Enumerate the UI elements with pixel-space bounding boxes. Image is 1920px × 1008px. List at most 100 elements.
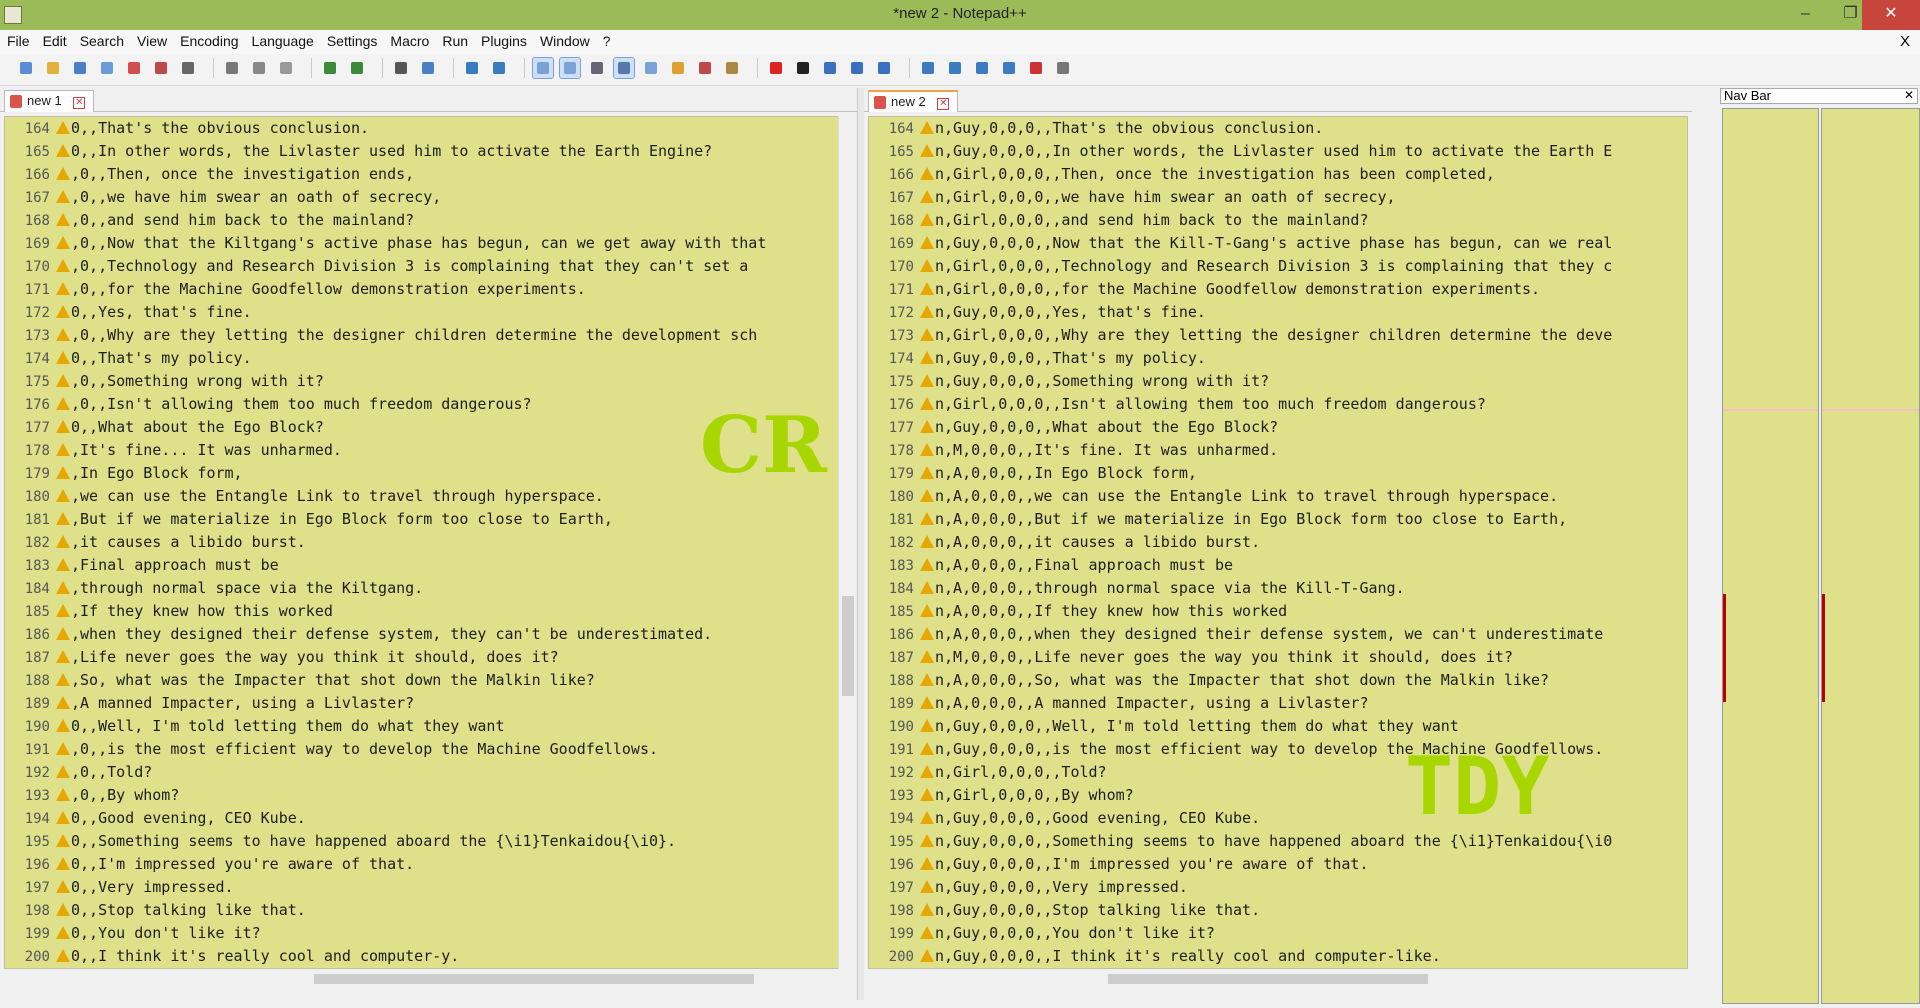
code-line[interactable]: 182 n,A,0,0,0,,it causes a libido burst. — [869, 531, 1687, 554]
code-line[interactable]: 195 0,,Something seems to have happened a… — [5, 830, 838, 853]
code-line[interactable]: 192 ,0,,Told? — [5, 761, 838, 784]
code-line[interactable]: 173 ,0,,Why are they letting the designer… — [5, 324, 838, 347]
scroll-thumb[interactable] — [842, 596, 854, 696]
code-line[interactable]: 165 n,Guy,0,0,0,,In other words, the Livl… — [869, 140, 1687, 163]
word-wrap-icon[interactable] — [587, 58, 607, 78]
menu-settings[interactable]: Settings — [320, 30, 384, 49]
code-line[interactable]: 181 n,A,0,0,0,,But if we materialize in E… — [869, 508, 1687, 531]
code-line[interactable]: 194 0,,Good evening, CEO Kube. — [5, 807, 838, 830]
function-list-icon[interactable] — [695, 58, 715, 78]
code-line[interactable]: 188 ,So, what was the Impacter that shot … — [5, 669, 838, 692]
code-line[interactable]: 164 n,Guy,0,0,0,,That's the obvious concl… — [869, 117, 1687, 140]
code-line[interactable]: 185 ,If they knew how this worked — [5, 600, 838, 623]
code-line[interactable]: 172 0,,Yes, that's fine. — [5, 301, 838, 324]
menu-run[interactable]: Run — [435, 30, 474, 49]
code-line[interactable]: 200 0,,I think it's really cool and compu… — [5, 945, 838, 968]
code-line[interactable]: 178 n,M,0,0,0,,It's fine. It was unharmed… — [869, 439, 1687, 462]
find-icon[interactable] — [391, 58, 411, 78]
menu-window[interactable]: Window — [533, 30, 596, 49]
code-line[interactable]: 170 n,Girl,0,0,0,,Technology and Research… — [869, 255, 1687, 278]
save-all-icon[interactable] — [97, 58, 117, 78]
code-line[interactable]: 167 ,0,,we have him swear an oath of secr… — [5, 186, 838, 209]
code-line[interactable]: 170 ,0,,Technology and Research Division … — [5, 255, 838, 278]
code-line[interactable]: 187 n,M,0,0,0,,Life never goes the way yo… — [869, 646, 1687, 669]
save-icon[interactable] — [70, 58, 90, 78]
code-line[interactable]: 184 ,through normal space via the Kiltgan… — [5, 577, 838, 600]
paste-icon[interactable] — [276, 58, 296, 78]
menu-view[interactable]: View — [130, 30, 173, 49]
close-icon[interactable] — [124, 58, 144, 78]
code-line[interactable]: 190 0,,Well, I'm told letting them do wha… — [5, 715, 838, 738]
code-line[interactable]: 182 ,it causes a libido burst. — [5, 531, 838, 554]
code-line[interactable]: 167 n,Girl,0,0,0,,we have him swear an oa… — [869, 186, 1687, 209]
code-line[interactable]: 165 0,,In other words, the Livlaster used… — [5, 140, 838, 163]
undo-icon[interactable] — [320, 58, 340, 78]
code-line[interactable]: 199 0,,You don't like it? — [5, 922, 838, 945]
tab-new-1[interactable]: new 1 ✕ — [4, 90, 95, 112]
code-line[interactable]: 171 n,Girl,0,0,0,,for the Machine Goodfel… — [869, 278, 1687, 301]
menu-help[interactable]: ? — [596, 30, 617, 49]
down-icon[interactable] — [972, 58, 992, 78]
code-line[interactable]: 171 ,0,,for the Machine Goodfellow demons… — [5, 278, 838, 301]
menu-edit[interactable]: Edit — [36, 30, 73, 49]
code-line[interactable]: 193 ,0,,By whom? — [5, 784, 838, 807]
cut-icon[interactable] — [222, 58, 242, 78]
code-line[interactable]: 176 n,Girl,0,0,0,,Isn't allowing them too… — [869, 393, 1687, 416]
right-horizontal-scrollbar[interactable] — [868, 970, 1688, 988]
code-line[interactable]: 168 ,0,,and send him back to the mainland… — [5, 209, 838, 232]
code-line[interactable]: 166 ,0,,Then, once the investigation ends… — [5, 163, 838, 186]
menu-file[interactable]: File — [0, 30, 36, 49]
code-line[interactable]: 185 n,A,0,0,0,,If they knew how this work… — [869, 600, 1687, 623]
code-line[interactable]: 192 n,Girl,0,0,0,,Told? — [869, 761, 1687, 784]
nav-bar-close-icon[interactable]: ✕ — [1904, 88, 1914, 102]
first-icon[interactable] — [918, 58, 938, 78]
code-line[interactable]: 172 n,Guy,0,0,0,,Yes, that's fine. — [869, 301, 1687, 324]
doc-map-icon[interactable] — [668, 58, 688, 78]
menu-macro[interactable]: Macro — [383, 30, 435, 49]
code-line[interactable]: 177 n,Guy,0,0,0,,What about the Ego Block… — [869, 416, 1687, 439]
stop-record-icon[interactable] — [793, 58, 813, 78]
code-line[interactable]: 183 n,A,0,0,0,,Final approach must be — [869, 554, 1687, 577]
print-icon[interactable] — [178, 58, 198, 78]
code-line[interactable]: 189 n,A,0,0,0,,A manned Impacter, using a… — [869, 692, 1687, 715]
copy-icon[interactable] — [249, 58, 269, 78]
sync-vertical-icon[interactable] — [532, 57, 554, 79]
indent-guide-icon[interactable] — [641, 58, 661, 78]
zoom-out-icon[interactable] — [489, 58, 509, 78]
minimize-button[interactable]: – — [1783, 0, 1828, 30]
code-line[interactable]: 180 n,A,0,0,0,,we can use the Entangle Li… — [869, 485, 1687, 508]
compare-icon[interactable] — [1053, 58, 1073, 78]
pane-splitter[interactable] — [857, 88, 864, 1000]
code-line[interactable]: 181 ,But if we materialize in Ego Block f… — [5, 508, 838, 531]
code-line[interactable]: 168 n,Girl,0,0,0,,and send him back to th… — [869, 209, 1687, 232]
code-line[interactable]: 190 n,Guy,0,0,0,,Well, I'm told letting t… — [869, 715, 1687, 738]
code-line[interactable]: 198 0,,Stop talking like that. — [5, 899, 838, 922]
folder-as-workspace-icon[interactable] — [722, 58, 742, 78]
run-macro-multiple-icon[interactable] — [847, 58, 867, 78]
code-line[interactable]: 191 n,Guy,0,0,0,,is the most efficient wa… — [869, 738, 1687, 761]
code-line[interactable]: 169 ,0,,Now that the Kiltgang's active ph… — [5, 232, 838, 255]
code-line[interactable]: 166 n,Girl,0,0,0,,Then, once the investig… — [869, 163, 1687, 186]
spellcheck-icon[interactable] — [1026, 58, 1046, 78]
up-icon[interactable] — [945, 58, 965, 78]
code-line[interactable]: 175 n,Guy,0,0,0,,Something wrong with it? — [869, 370, 1687, 393]
code-line[interactable]: 196 n,Guy,0,0,0,,I'm impressed you're awa… — [869, 853, 1687, 876]
record-macro-icon[interactable] — [766, 58, 786, 78]
code-line[interactable]: 174 0,,That's my policy. — [5, 347, 838, 370]
code-line[interactable]: 175 ,0,,Something wrong with it? — [5, 370, 838, 393]
code-line[interactable]: 186 ,when they designed their defense sys… — [5, 623, 838, 646]
code-line[interactable]: 194 n,Guy,0,0,0,,Good evening, CEO Kube. — [869, 807, 1687, 830]
menu-encoding[interactable]: Encoding — [173, 30, 244, 49]
code-line[interactable]: 188 n,A,0,0,0,,So, what was the Impacter … — [869, 669, 1687, 692]
menu-search[interactable]: Search — [73, 30, 130, 49]
code-line[interactable]: 198 n,Guy,0,0,0,,Stop talking like that. — [869, 899, 1687, 922]
tab-close-icon[interactable]: ✕ — [73, 97, 86, 109]
code-line[interactable]: 174 n,Guy,0,0,0,,That's my policy. — [869, 347, 1687, 370]
code-line[interactable]: 197 n,Guy,0,0,0,,Very impressed. — [869, 876, 1687, 899]
open-file-icon[interactable] — [43, 58, 63, 78]
right-text-editor[interactable]: 164 n,Guy,0,0,0,,That's the obvious concl… — [868, 116, 1688, 969]
close-all-icon[interactable] — [151, 58, 171, 78]
nav-bar-right-column[interactable] — [1821, 108, 1920, 1004]
sync-horizontal-icon[interactable] — [559, 57, 581, 79]
code-line[interactable]: 173 n,Girl,0,0,0,,Why are they letting th… — [869, 324, 1687, 347]
